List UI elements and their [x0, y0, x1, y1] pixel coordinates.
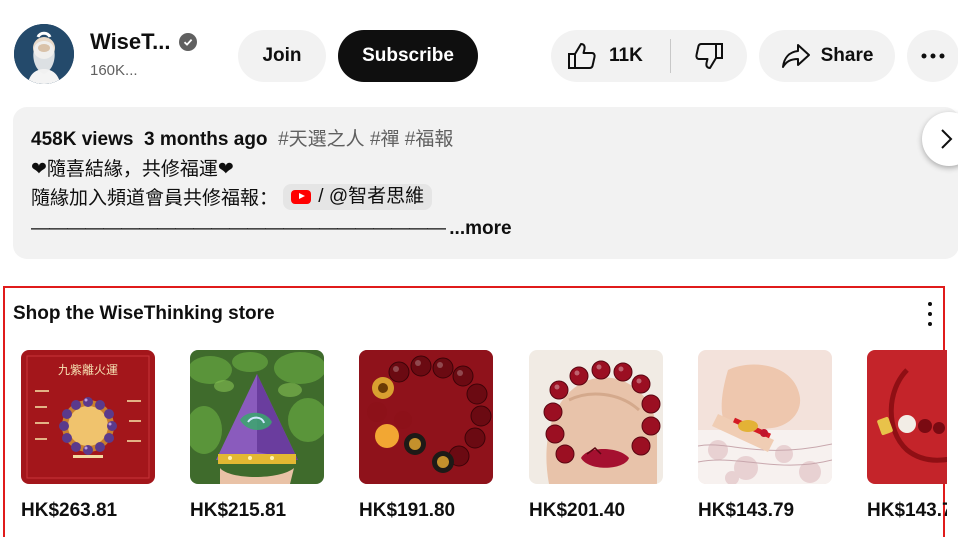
- channel-name-text[interactable]: WiseT...: [90, 29, 171, 55]
- product-card[interactable]: HK$201.40: [529, 350, 663, 521]
- join-button[interactable]: Join: [238, 30, 326, 82]
- product-price: HK$201.40: [529, 500, 626, 521]
- product-price: HK$215.81: [190, 500, 287, 521]
- description-meta: 458K views 3 months ago #天選之人 #禪 #福報: [31, 125, 941, 155]
- chevron-right-icon: [941, 129, 953, 149]
- like-dislike-group: 11K: [551, 30, 747, 82]
- like-count: 11K: [609, 45, 643, 66]
- divider-dashes: ———————————————————————: [31, 217, 450, 239]
- product-card[interactable]: HK$143.79: [698, 350, 832, 521]
- membership-text: 隨緣加入頻道會員共修福報：: [31, 188, 279, 209]
- more-actions-button[interactable]: [907, 30, 958, 82]
- store-menu-icon[interactable]: [923, 300, 937, 328]
- channel-link-chip[interactable]: / @智者思維: [283, 182, 433, 212]
- product-price: HK$191.80: [359, 500, 456, 521]
- like-button[interactable]: 11K: [551, 30, 670, 82]
- upload-age: 3 months ago: [144, 129, 268, 150]
- share-label: Share: [820, 45, 874, 66]
- show-more-link[interactable]: ...more: [449, 218, 511, 239]
- product-card[interactable]: HK$143.7: [867, 350, 947, 521]
- thumbs-down-icon: [695, 43, 723, 69]
- channel-link-text[interactable]: / @智者思維: [318, 182, 424, 212]
- thumbs-up-icon: [568, 43, 596, 69]
- more-horizontal-icon: [921, 53, 945, 59]
- store-title: Shop the WiseThinking store: [13, 303, 275, 324]
- store-shelf: Shop the WiseThinking store 九紫離火運 HK$263…: [3, 286, 947, 537]
- product-card[interactable]: HK$191.80: [359, 350, 493, 521]
- product-price: HK$143.79: [698, 500, 795, 521]
- product-card[interactable]: 九紫離火運 HK$263.81: [21, 350, 155, 521]
- cinnabar-pixiu-bracelet-image[interactable]: [529, 350, 663, 484]
- product-price: HK$143.7: [867, 500, 947, 521]
- description-box[interactable]: 458K views 3 months ago #天選之人 #禪 #福報 ❤隨喜…: [13, 107, 958, 259]
- share-arrow-icon: [781, 44, 810, 68]
- amethyst-bracelet-poster-image[interactable]: 九紫離火運: [21, 350, 155, 484]
- sage-avatar-icon: [14, 24, 74, 84]
- view-count: 458K views: [31, 129, 134, 150]
- product-price: HK$263.81: [21, 500, 118, 521]
- channel-avatar[interactable]: [14, 24, 74, 84]
- red-string-bracelet-image[interactable]: [698, 350, 832, 484]
- red-bead-bracelet-image[interactable]: [359, 350, 493, 484]
- amethyst-pyramid-image[interactable]: [190, 350, 324, 484]
- subscribe-button[interactable]: Subscribe: [338, 30, 478, 82]
- red-cord-bracelet-image[interactable]: [867, 350, 947, 484]
- youtube-logo-icon: [291, 189, 312, 204]
- subscriber-count: 160K...: [90, 62, 138, 79]
- channel-name[interactable]: WiseT...: [90, 29, 197, 55]
- dislike-button[interactable]: [671, 30, 747, 82]
- poster-caption: 九紫離火運: [58, 363, 118, 377]
- hashtags[interactable]: #天選之人 #禪 #福報: [278, 129, 453, 150]
- verified-check-icon: [178, 33, 197, 51]
- product-card[interactable]: HK$215.81: [190, 350, 324, 521]
- video-info-panel: WiseT... 160K... Join Subscribe 11K Shar…: [0, 0, 958, 537]
- share-button[interactable]: Share: [759, 30, 895, 82]
- description-line-1: ❤隨喜結緣，共修福運❤: [31, 158, 234, 180]
- description-line-2: 隨緣加入頻道會員共修福報： / @智者思維: [31, 182, 941, 214]
- description-line-3: ——————————————————————— ...more: [31, 214, 941, 244]
